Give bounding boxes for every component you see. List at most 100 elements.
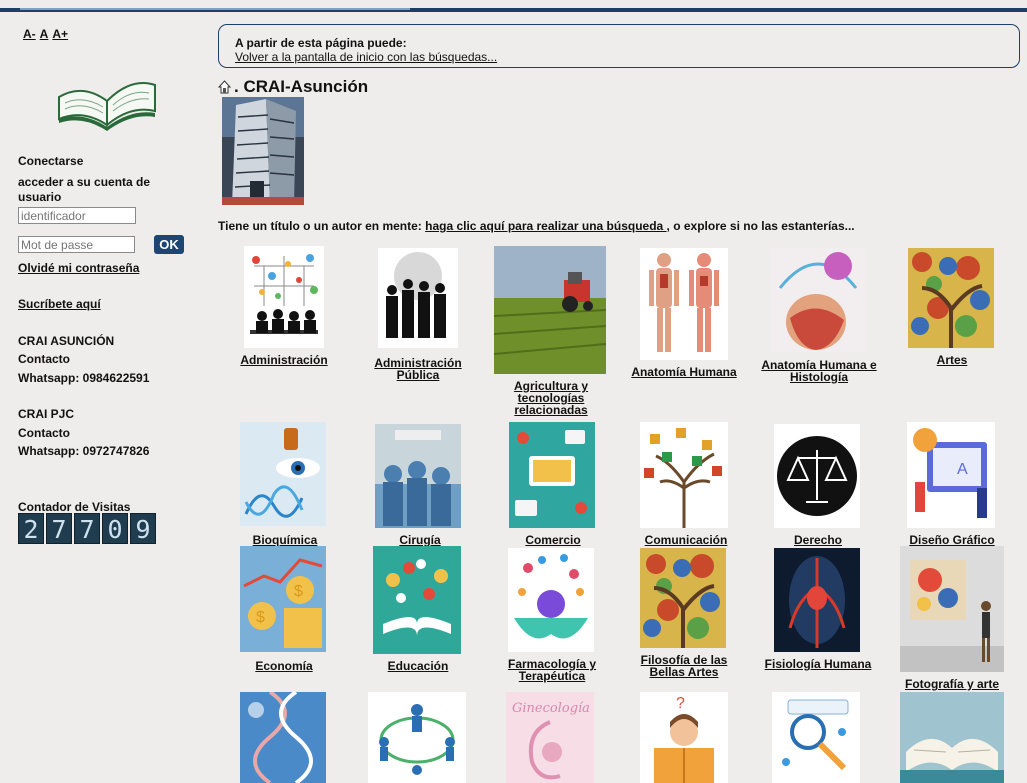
info-box: A partir de esta página puede: Volver a …: [218, 24, 1020, 68]
category-lectura[interactable]: ?: [640, 692, 728, 783]
reading-child-icon: ?: [640, 692, 728, 783]
category-administracion-publica[interactable]: Administración Pública: [362, 246, 472, 386]
counter-digit: 0: [102, 513, 128, 544]
page-title-row: . CRAI-Asunción: [218, 77, 368, 97]
search-prompt-suffix: , o explore si no las estanterías...: [666, 219, 855, 233]
building-photo: [222, 97, 304, 205]
contact1-label: Contacto: [18, 352, 70, 366]
category-comunicacion[interactable]: Comunicación: [636, 422, 736, 546]
silhouettes-icon: [378, 248, 458, 348]
category-fisiologia-humana[interactable]: Fisiología Humana: [756, 546, 880, 676]
category-label: Economía: [255, 659, 313, 673]
category-cirugia[interactable]: Cirugía: [372, 422, 468, 546]
open-book-icon: [900, 692, 1004, 783]
counter-digit: 9: [130, 513, 156, 544]
commerce-icon: [509, 422, 595, 528]
font-size-controls: A- A A+: [23, 27, 72, 41]
svg-text:$: $: [256, 609, 265, 626]
contact1-name: CRAI ASUNCIÓN: [18, 334, 115, 348]
search-prompt: Tiene un título o un autor en mente: hag…: [218, 219, 855, 233]
contact1-whatsapp: Whatsapp: 0984622591: [18, 371, 150, 385]
category-label: Administración: [240, 353, 328, 367]
contact2-whatsapp: Whatsapp: 0972747826: [18, 444, 150, 458]
category-investigacion[interactable]: [772, 692, 860, 783]
category-label: Diseño Gráfico: [909, 533, 995, 547]
category-fotografia-arte[interactable]: Fotografía y arte: [898, 546, 1006, 696]
category-label: Filosofía de las Bellas Artes: [640, 653, 728, 679]
svg-text:?: ?: [676, 695, 685, 712]
contact2-name: CRAI PJC: [18, 407, 75, 421]
category-comercio[interactable]: Comercio: [505, 422, 601, 546]
svg-text:A: A: [957, 461, 968, 478]
font-smaller-link[interactable]: A-: [23, 27, 36, 41]
category-label: Derecho: [793, 533, 843, 547]
category-redes[interactable]: [368, 692, 466, 783]
business-people-icon: [244, 246, 324, 348]
surgery-icon: [375, 424, 461, 528]
category-label: Farmacología y Terapéutica: [507, 657, 597, 683]
category-libros[interactable]: [898, 692, 1004, 783]
histology-icon: [770, 248, 866, 352]
category-label: Fotografía y arte: [904, 677, 1000, 691]
category-artes[interactable]: Artes: [900, 246, 1004, 376]
home-icon[interactable]: [218, 80, 231, 94]
search-prompt-text: Tiene un título o un autor en mente:: [218, 219, 426, 233]
contact2-label: Contacto: [18, 426, 70, 440]
category-economia[interactable]: $ $ Economía: [234, 546, 334, 676]
fine-arts-icon: [640, 548, 726, 648]
category-derecho[interactable]: Derecho: [770, 422, 866, 546]
gynecology-icon: Ginecología: [506, 692, 594, 783]
category-diseno-grafico[interactable]: A Diseño Gráfico: [900, 422, 1004, 546]
category-genetica[interactable]: [240, 692, 326, 783]
counter-digit: 2: [18, 513, 44, 544]
category-bioquimica[interactable]: Bioquímica: [232, 422, 338, 546]
category-farmacologia[interactable]: Farmacología y Terapéutica: [494, 546, 610, 686]
login-ok-button[interactable]: OK: [154, 235, 184, 254]
back-to-home-link[interactable]: Volver a la pantalla de inicio con las b…: [235, 50, 497, 64]
password-input[interactable]: [18, 236, 135, 253]
search-magnifier-icon: [772, 692, 860, 783]
category-agricultura[interactable]: Agricultura y tecnologías relacionadas: [494, 246, 606, 426]
category-ginecologia[interactable]: Ginecología: [506, 692, 594, 783]
scales-icon: [774, 424, 860, 528]
education-icon: [373, 546, 461, 654]
category-educacion[interactable]: Educación: [370, 546, 466, 676]
category-label: Comercio: [525, 533, 581, 547]
category-label: Comunicación: [644, 533, 728, 547]
font-normal-link[interactable]: A: [40, 27, 49, 41]
visit-counter: 2 7 7 0 9: [18, 513, 158, 544]
svg-text:$: $: [294, 583, 303, 600]
category-label: Anatomía Humana: [631, 365, 737, 379]
anatomy-icon: [640, 248, 728, 360]
category-label: Administración Pública: [374, 356, 462, 382]
art-tree-icon: [908, 248, 994, 348]
category-administracion[interactable]: Administración: [230, 246, 340, 376]
svg-text:Ginecología: Ginecología: [512, 701, 590, 716]
tractor-icon: [494, 246, 606, 374]
network-icon: [368, 692, 466, 783]
category-label: Bioquímica: [252, 533, 318, 547]
counter-digit: 7: [46, 513, 72, 544]
category-filosofia-bellas-artes[interactable]: Filosofía de las Bellas Artes: [632, 546, 736, 686]
search-link[interactable]: haga clic aquí para realizar una búsqued…: [425, 219, 666, 233]
category-label: Fisiología Humana: [764, 657, 872, 671]
graphic-design-icon: A: [907, 422, 995, 528]
connect-subtitle: acceder a su cuenta de usuario: [18, 175, 151, 204]
category-label: Agricultura y tecnologías relacionadas: [513, 379, 588, 417]
category-label: Cirugía: [399, 533, 441, 547]
sidebar: A- A A+ Conectarse acceder a su cuenta de …: [0, 12, 205, 783]
font-larger-link[interactable]: A+: [52, 27, 68, 41]
info-box-text: A partir de esta página puede:: [235, 36, 407, 50]
category-anatomia-histologia[interactable]: Anatomía Humana e Histología: [752, 246, 886, 386]
category-anatomia-humana[interactable]: Anatomía Humana: [624, 246, 744, 386]
subscribe-link[interactable]: Sucríbete aquí: [18, 297, 101, 311]
photography-icon: [900, 546, 1004, 672]
connect-title: Conectarse: [18, 154, 84, 168]
forgot-password-link[interactable]: Olvidé mi contraseña: [18, 261, 139, 275]
page-title: . CRAI-Asunción: [234, 77, 369, 96]
physiology-icon: [774, 548, 860, 652]
communication-tree-icon: [640, 422, 728, 528]
category-label: Anatomía Humana e Histología: [761, 358, 877, 384]
username-input[interactable]: [18, 207, 136, 224]
pharmacology-icon: [508, 548, 594, 652]
